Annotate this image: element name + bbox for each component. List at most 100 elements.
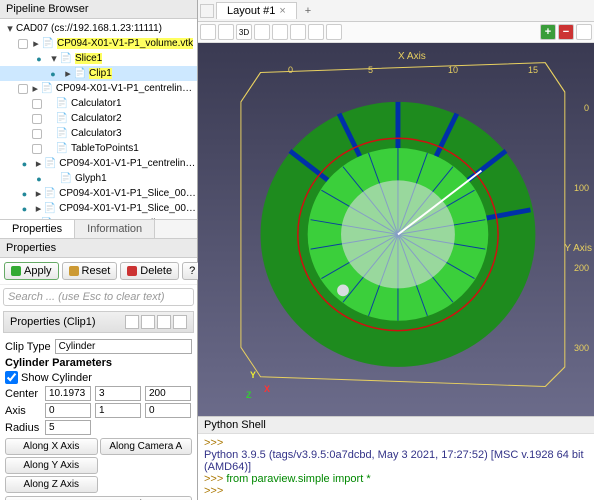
add-layout-button[interactable]: +	[299, 5, 317, 17]
radius-input[interactable]	[45, 420, 91, 435]
along-camera-button[interactable]: Along Camera A	[100, 438, 193, 455]
tree-twisty-icon[interactable]: ▸	[33, 188, 44, 200]
axis-x-input[interactable]	[45, 403, 91, 418]
visibility-icon[interactable]	[46, 68, 60, 80]
axis-y-input[interactable]	[95, 403, 141, 418]
tab-information[interactable]: Information	[75, 220, 155, 238]
tree-item[interactable]: ▾ Slice1	[0, 51, 197, 66]
save-icon[interactable]	[157, 315, 171, 329]
toolbar-btn-5[interactable]	[272, 24, 288, 40]
tree-twisty-icon[interactable]: ▸	[62, 68, 74, 80]
tree-twisty-icon[interactable]	[44, 113, 56, 125]
visibility-icon[interactable]	[18, 158, 31, 170]
file-icon	[42, 38, 54, 50]
restore-icon[interactable]	[141, 315, 155, 329]
tick: 10	[448, 65, 458, 75]
tree-item[interactable]: ▸ CP094-X01-V1-P1_Slice_000.vtu	[0, 186, 197, 201]
visibility-icon[interactable]	[32, 53, 46, 65]
visibility-icon[interactable]	[18, 39, 28, 49]
tree-twisty-icon[interactable]: ▸	[33, 203, 44, 215]
x-axis-label: X Axis	[398, 51, 426, 62]
tree-item[interactable]: Calculator3	[0, 126, 197, 141]
orientation-triad[interactable]: X Y Z	[242, 374, 272, 404]
visibility-icon[interactable]	[18, 188, 31, 200]
file-icon	[56, 113, 68, 125]
tree-twisty-icon[interactable]	[44, 128, 56, 140]
layout-tab[interactable]: Layout #1×	[216, 2, 297, 19]
along-x-button[interactable]: Along X Axis	[5, 438, 98, 455]
toolbar-btn-1[interactable]	[200, 24, 216, 40]
visibility-icon[interactable]	[32, 173, 46, 185]
visibility-icon[interactable]	[32, 144, 42, 154]
clip-type-select[interactable]	[55, 339, 192, 354]
tree-twisty-icon[interactable]: ▸	[30, 38, 42, 50]
tab-properties[interactable]: Properties	[0, 220, 75, 238]
tree-item[interactable]: ▸ Clip1	[0, 66, 197, 81]
render-view[interactable]: X Axis Y Axis 0 5 10 15 0 100 200 300 X …	[198, 43, 594, 416]
toolbar-btn-last[interactable]	[576, 24, 592, 40]
search-input[interactable]: Search ... (use Esc to clear text)	[3, 288, 194, 306]
tree-label: Slice1	[75, 53, 102, 64]
remove-source-button[interactable]: −	[558, 24, 574, 40]
tick: 0	[584, 103, 589, 113]
check-icon	[11, 266, 21, 276]
tree-item[interactable]: ▸CP094-X01-V1-P1_centreline.vtp	[0, 156, 197, 171]
delete-icon	[127, 266, 137, 276]
toolbar-btn-4[interactable]	[254, 24, 270, 40]
clip-type-label: Clip Type	[5, 341, 51, 353]
center-x-input[interactable]	[45, 386, 91, 401]
file-icon	[44, 188, 56, 200]
visibility-icon[interactable]	[18, 84, 28, 94]
layout-icon[interactable]	[200, 4, 214, 18]
tick: 5	[368, 65, 373, 75]
show-cylinder-checkbox[interactable]	[5, 371, 18, 384]
tree-twisty-icon[interactable]	[48, 173, 60, 185]
tree-item[interactable]: ▸CP094-X01-V1-P1_Slice_001.vtu	[0, 201, 197, 216]
section-properties-clip1[interactable]: Properties (Clip1)	[3, 311, 194, 333]
tree-label: Clip1	[89, 68, 112, 79]
tree-item[interactable]: ▸CP094-X01-V1-P1_centreline.csv	[0, 81, 197, 96]
visibility-icon[interactable]	[32, 129, 42, 139]
toolbar-btn-8[interactable]	[326, 24, 342, 40]
tree-item[interactable]: Calculator1	[0, 96, 197, 111]
tree-item[interactable]: TableToPoints1	[0, 141, 197, 156]
tree-label: Calculator1	[71, 98, 122, 109]
tree-item[interactable]: Glyph1	[0, 171, 197, 186]
tick: 0	[288, 65, 293, 75]
tree-item[interactable]: Calculator2	[0, 111, 197, 126]
tree-twisty-icon[interactable]	[44, 143, 56, 155]
tree-item[interactable]: ▸CP094-X01-V1-P1_volume.vtk	[0, 36, 197, 51]
reset-camera-axis-button[interactable]: Reset Camera to Axis	[5, 496, 192, 500]
tree-twisty-icon[interactable]: ▸	[33, 158, 44, 170]
toolbar-btn-6[interactable]	[290, 24, 306, 40]
toolbar-btn-7[interactable]	[308, 24, 324, 40]
along-y-button[interactable]: Along Y Axis	[5, 457, 98, 474]
center-y-input[interactable]	[95, 386, 141, 401]
visibility-icon[interactable]	[32, 99, 42, 109]
tree-twisty-icon[interactable]: ▾	[48, 53, 60, 65]
cylinder-params-head: Cylinder Parameters	[5, 357, 192, 369]
advanced-icon[interactable]	[173, 315, 187, 329]
tree-label: CP094-X01-V1-P1_Slice_000.vtu	[59, 188, 197, 199]
reset-button[interactable]: Reset	[62, 262, 118, 280]
apply-button[interactable]: Apply	[4, 262, 59, 280]
pipeline-tree[interactable]: ▾CAD07 (cs://192.168.1.23:11111)▸CP094-X…	[0, 19, 197, 219]
tree-twisty-icon[interactable]	[44, 98, 56, 110]
along-z-button[interactable]: Along Z Axis	[5, 476, 98, 493]
tree-root[interactable]: CAD07 (cs://192.168.1.23:11111)	[16, 23, 162, 34]
visibility-icon[interactable]	[32, 114, 42, 124]
center-z-input[interactable]	[145, 386, 191, 401]
tree-twisty-icon[interactable]: ▸	[30, 83, 41, 95]
toolbar-btn-2[interactable]	[218, 24, 234, 40]
axis-z-input[interactable]	[145, 403, 191, 418]
copy-icon[interactable]	[125, 315, 139, 329]
center-label: Center	[5, 388, 41, 400]
python-shell[interactable]: Python Shell >>> Python 3.9.5 (tags/v3.9…	[198, 416, 594, 500]
toolbar-3d-button[interactable]: 3D	[236, 24, 252, 40]
file-icon	[56, 98, 68, 110]
properties-header: Properties	[0, 239, 197, 258]
visibility-icon[interactable]	[18, 203, 31, 215]
add-source-button[interactable]: +	[540, 24, 556, 40]
close-tab-icon[interactable]: ×	[279, 5, 285, 17]
delete-button[interactable]: Delete	[120, 262, 179, 280]
